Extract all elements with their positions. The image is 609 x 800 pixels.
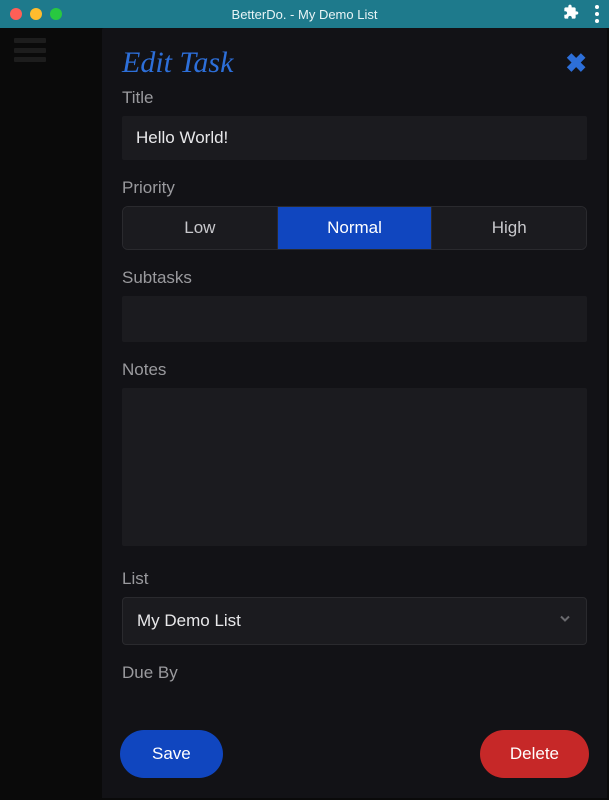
- window-controls: [10, 8, 62, 20]
- priority-high-button[interactable]: High: [432, 207, 586, 249]
- priority-label: Priority: [122, 178, 587, 198]
- modal-heading: Edit Task: [122, 46, 233, 80]
- title-label: Title: [122, 88, 587, 108]
- save-button[interactable]: Save: [120, 730, 223, 778]
- list-label: List: [122, 569, 587, 589]
- extension-icon[interactable]: [563, 4, 579, 25]
- priority-segmented-control: Low Normal High: [122, 206, 587, 250]
- close-window-button[interactable]: [10, 8, 22, 20]
- priority-low-button[interactable]: Low: [123, 207, 278, 249]
- hamburger-icon: [14, 38, 46, 62]
- notes-textarea[interactable]: [122, 388, 587, 546]
- subtasks-input[interactable]: [122, 296, 587, 342]
- due-by-label: Due By: [122, 663, 587, 683]
- close-icon[interactable]: ✖: [565, 46, 587, 76]
- maximize-window-button[interactable]: [50, 8, 62, 20]
- subtasks-label: Subtasks: [122, 268, 587, 288]
- notes-label: Notes: [122, 360, 587, 380]
- list-select[interactable]: My Demo List: [122, 597, 587, 645]
- delete-button[interactable]: Delete: [480, 730, 589, 778]
- title-input[interactable]: [122, 116, 587, 160]
- titlebar: BetterDo. - My Demo List: [0, 0, 609, 28]
- edit-task-modal: Edit Task ✖ Title Priority Low Normal Hi…: [102, 28, 607, 798]
- menu-icon[interactable]: [595, 5, 599, 23]
- minimize-window-button[interactable]: [30, 8, 42, 20]
- window-title: BetterDo. - My Demo List: [232, 7, 378, 22]
- priority-normal-button[interactable]: Normal: [278, 207, 433, 249]
